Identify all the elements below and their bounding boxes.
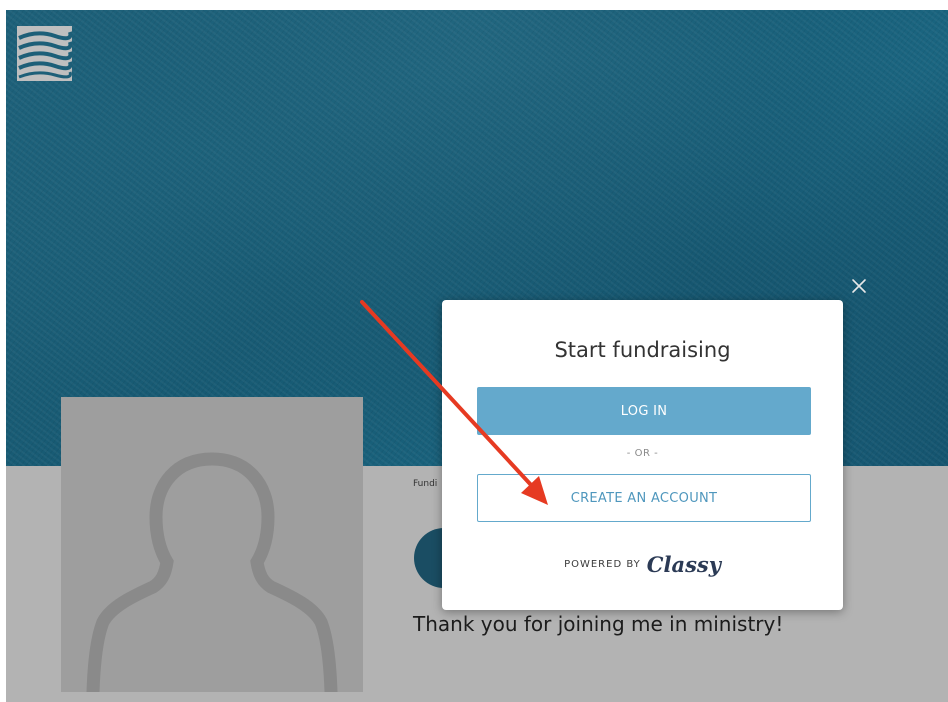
powered-by-label: POWERED BY xyxy=(564,559,641,570)
waves-logo-icon[interactable] xyxy=(17,26,73,81)
login-button[interactable]: LOG IN xyxy=(477,387,811,435)
or-divider: - OR - xyxy=(626,448,659,459)
create-account-button[interactable]: CREATE AN ACCOUNT xyxy=(477,474,811,522)
person-silhouette-icon xyxy=(86,452,338,692)
powered-by: POWERED BY Classy xyxy=(442,552,843,577)
fundraiser-message: Thank you for joining me in ministry! xyxy=(413,612,784,636)
close-icon[interactable] xyxy=(851,278,867,294)
classy-logo[interactable]: Classy xyxy=(647,552,721,577)
modal-title: Start fundraising xyxy=(554,338,731,362)
start-fundraising-modal: Start fundraising LOG IN - OR - CREATE A… xyxy=(442,300,843,610)
avatar-placeholder xyxy=(61,397,363,692)
